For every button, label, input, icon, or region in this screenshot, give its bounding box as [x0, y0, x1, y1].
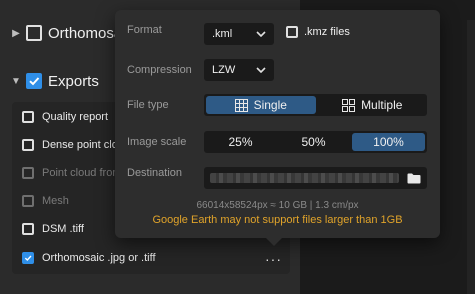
format-select[interactable]: .kml: [204, 23, 274, 45]
kmz-files-label: .kmz files: [304, 26, 350, 38]
exports-section-label: Exports: [48, 72, 99, 90]
dense-point-cloud-checkbox[interactable]: [22, 139, 34, 151]
chevron-right-icon[interactable]: ▶: [6, 28, 26, 39]
destination-label: Destination: [127, 167, 183, 179]
export-item-label: Quality report: [42, 111, 109, 123]
export-item-label: Point cloud from: [42, 167, 122, 179]
orthomosaic-checkbox[interactable]: [26, 25, 42, 41]
file-type-single-button[interactable]: Single: [206, 96, 316, 114]
mesh-checkbox: [22, 195, 34, 207]
destination-path-redacted: [210, 173, 399, 183]
export-item-dsm-tiff[interactable]: DSM .tiff: [22, 218, 84, 240]
scale-25-label: 25%: [228, 135, 253, 149]
image-scale-toggle: 25% 50% 100%: [204, 131, 427, 153]
kmz-files-option[interactable]: .kmz files: [286, 26, 350, 38]
scale-50-button[interactable]: 50%: [277, 131, 350, 153]
file-type-label: File type: [127, 99, 169, 111]
check-icon: [29, 77, 40, 86]
quality-report-checkbox[interactable]: [22, 111, 34, 123]
export-screen: ▶ Orthomosaic ▼ Exports Quality report D…: [0, 0, 475, 294]
chevron-down-icon: [256, 67, 266, 73]
chevron-down-icon: [256, 31, 266, 37]
file-type-multiple-button[interactable]: Multiple: [318, 94, 428, 116]
export-item-mesh: Mesh: [22, 190, 69, 212]
export-item-label: DSM .tiff: [42, 223, 84, 235]
more-options-button[interactable]: ···: [265, 252, 282, 266]
export-item-label: Mesh: [42, 195, 69, 207]
multiple-label: Multiple: [361, 98, 403, 112]
dsm-tiff-checkbox[interactable]: [22, 223, 34, 235]
grid-icon: [234, 98, 248, 112]
orthomosaic-export-checkbox[interactable]: [22, 252, 34, 264]
compression-select[interactable]: LZW: [204, 59, 274, 81]
export-size-info: 66014x58524px ≈ 10 GB | 1.3 cm/px: [196, 200, 359, 211]
export-options-popover: Format .kml .kmz files Compression LZW F…: [115, 10, 440, 246]
orthomosaic-section-row[interactable]: ▶ Orthomosaic: [0, 18, 133, 48]
scale-100-button[interactable]: 100%: [352, 133, 425, 151]
export-item-label: Orthomosaic .jpg or .tiff: [42, 252, 156, 264]
scale-50-label: 50%: [301, 135, 326, 149]
single-label: Single: [253, 98, 287, 112]
export-item-dense-point-cloud[interactable]: Dense point cloud: [22, 134, 130, 156]
export-item-point-cloud-from: Point cloud from: [22, 162, 121, 184]
compression-value: LZW: [212, 64, 236, 76]
chevron-down-icon[interactable]: ▼: [6, 76, 26, 87]
format-label: Format: [127, 24, 162, 36]
exports-section-row[interactable]: ▼ Exports: [0, 66, 99, 96]
file-type-toggle: Single Multiple: [204, 94, 427, 116]
point-cloud-from-checkbox: [22, 167, 34, 179]
format-value: .kml: [212, 28, 233, 40]
scale-100-label: 100%: [373, 135, 404, 149]
exports-checkbox[interactable]: [26, 73, 42, 89]
google-earth-warning: Google Earth may not support files large…: [152, 214, 403, 226]
check-icon: [24, 255, 32, 261]
scale-25-button[interactable]: 25%: [204, 131, 277, 153]
export-item-quality-report[interactable]: Quality report: [22, 106, 108, 128]
tiles-icon: [342, 98, 356, 112]
compression-label: Compression: [127, 64, 192, 76]
kmz-files-checkbox[interactable]: [286, 26, 298, 38]
folder-icon[interactable]: [407, 173, 421, 184]
image-scale-label: Image scale: [127, 136, 187, 148]
export-item-orthomosaic[interactable]: Orthomosaic .jpg or .tiff: [22, 247, 156, 269]
destination-field[interactable]: [204, 167, 427, 189]
